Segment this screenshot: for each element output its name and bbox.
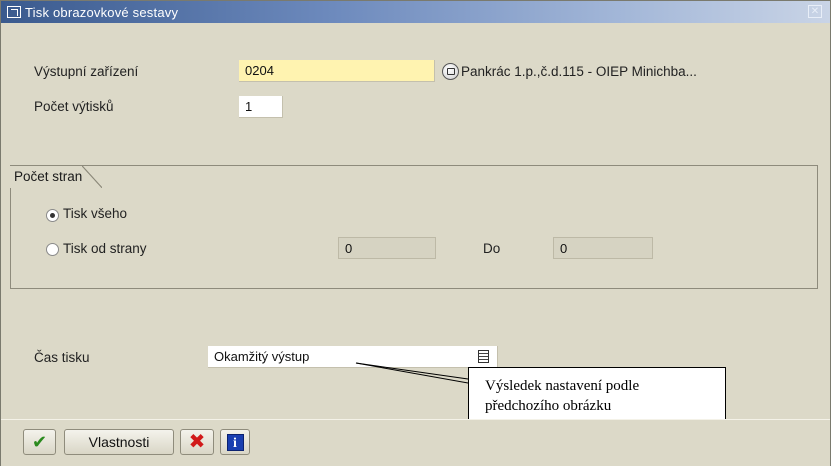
- cancel-button[interactable]: ✖: [180, 429, 214, 455]
- info-icon: i: [226, 433, 244, 451]
- callout-line-1: Výsledek nastavení podle: [485, 378, 640, 394]
- confirm-button[interactable]: ✔: [23, 429, 56, 455]
- check-icon: ✔: [31, 432, 48, 452]
- print-dialog: Tisk obrazovkové sestavy ✕ Výstupní zaří…: [0, 0, 831, 466]
- properties-label: Vlastnosti: [88, 434, 150, 450]
- info-button[interactable]: i: [220, 429, 250, 455]
- callout-line-2: předchozího obrázku: [485, 398, 612, 414]
- properties-button[interactable]: Vlastnosti: [64, 429, 174, 455]
- cancel-icon: ✖: [188, 431, 206, 453]
